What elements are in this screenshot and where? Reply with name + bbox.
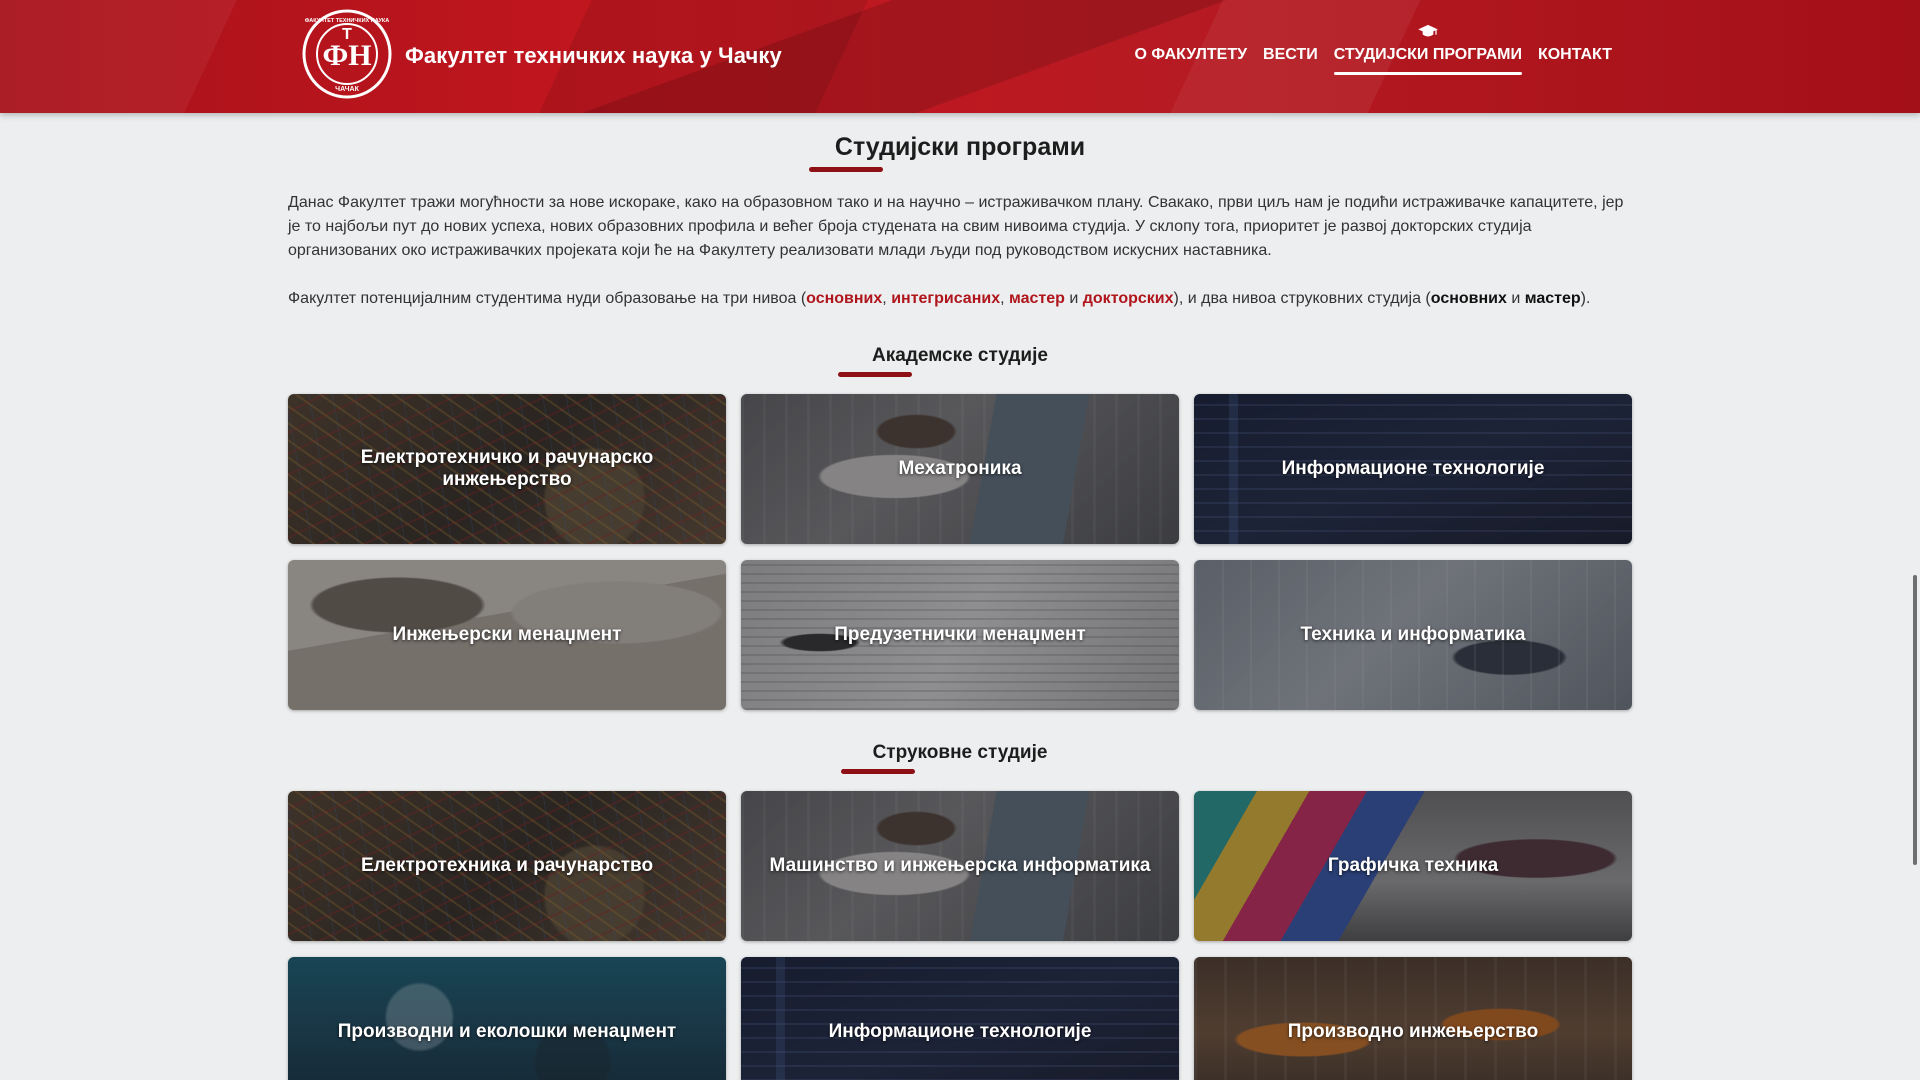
intro-p2-prefix: Факултет потенцијалним студентима нуди о… xyxy=(288,290,807,307)
program-card[interactable]: Електротехника и рачунарство xyxy=(288,791,726,941)
vocational-studies-title: Струковне студије xyxy=(872,742,1048,763)
program-card[interactable]: Техника и информатика xyxy=(1194,560,1632,710)
nav-news[interactable]: ВЕСТИ xyxy=(1255,0,1326,113)
program-card[interactable]: Информационе технологије xyxy=(741,957,1179,1080)
nav-study-programs-label: СТУДИЈСКИ ПРОГРАМИ xyxy=(1333,46,1522,63)
program-card-label: Производно инжењерство xyxy=(1287,1021,1539,1042)
intro-paragraph-1: Данас Факултет тражи могућности за нове … xyxy=(288,194,1624,259)
intro-paragraph-2: Факултет потенцијалним студентима нуди о… xyxy=(288,287,1632,311)
page-scrollbar[interactable] xyxy=(1908,0,1920,1080)
academic-title-underline xyxy=(838,372,912,377)
program-card-label: Електротехника и рачунарство xyxy=(360,855,654,876)
intro-p2-suffix: ). xyxy=(1580,290,1591,307)
main-nav: О ФАКУЛТЕТУ ВЕСТИ СТУДИЈСКИ ПРОГРАМИ КОН… xyxy=(1126,0,1620,113)
program-card-label: Електротехничко и рачунарско инжењерство xyxy=(360,447,654,490)
link-master-studies[interactable]: мастер xyxy=(1009,290,1065,307)
program-card[interactable]: Предузетнички менаџмент xyxy=(741,560,1179,710)
graduation-cap-icon xyxy=(1418,24,1438,37)
program-card[interactable]: Производно инжењерство xyxy=(1194,957,1632,1080)
program-card-label: Машинство и инжењерска информатика xyxy=(769,855,1151,876)
program-card-label: Предузетнички менаџмент xyxy=(834,624,1086,645)
scrollbar-thumb[interactable] xyxy=(1913,575,1917,865)
link-basic-studies[interactable]: основних xyxy=(806,290,882,307)
intro-p2-middle: ), и два нивоа струковних студија ( xyxy=(1173,290,1431,307)
bold-basic: основних xyxy=(1430,290,1507,307)
site-header: ФН Т ЧАЧАК ФАКУЛТЕТ ТЕХНИЧКИХ НАУКА Факу… xyxy=(0,0,1920,113)
program-card[interactable]: Мехатроника xyxy=(741,394,1179,544)
program-card[interactable]: Машинство и инжењерска информатика xyxy=(741,791,1179,941)
intro-sep: , xyxy=(1000,290,1009,307)
bold-master: мастер xyxy=(1524,290,1581,307)
faculty-logo[interactable]: ФН Т ЧАЧАК ФАКУЛТЕТ ТЕХНИЧКИХ НАУКА xyxy=(302,9,392,99)
program-card-label: Техника и информатика xyxy=(1300,624,1526,645)
program-card-label: Инжењерски менаџмент xyxy=(392,624,622,645)
intro-sep: , xyxy=(882,290,892,307)
program-card-label: Графичка техника xyxy=(1327,855,1499,876)
intro-and: и xyxy=(1064,290,1083,307)
nav-about[interactable]: О ФАКУЛТЕТУ xyxy=(1126,0,1255,113)
intro-and: и xyxy=(1506,290,1525,307)
svg-text:ЧАЧАК: ЧАЧАК xyxy=(335,86,359,93)
program-card-label: Информационе технологије xyxy=(1281,458,1545,479)
program-card[interactable]: Графичка техника xyxy=(1194,791,1632,941)
site-title[interactable]: Факултет техничких наука у Чачку xyxy=(405,43,782,69)
link-integrated-studies[interactable]: интегрисаних xyxy=(891,290,1000,307)
vocational-programs-grid: Електротехника и рачунарство Машинство и… xyxy=(288,791,1632,1080)
program-card[interactable]: Инжењерски менаџмент xyxy=(288,560,726,710)
page-title-underline xyxy=(809,167,883,172)
academic-programs-grid: Електротехничко и рачунарско инжењерство… xyxy=(288,394,1632,710)
vocational-title-underline xyxy=(841,769,915,774)
svg-text:ФАКУЛТЕТ ТЕХНИЧКИХ НАУКА: ФАКУЛТЕТ ТЕХНИЧКИХ НАУКА xyxy=(305,18,390,24)
academic-studies-title: Академске студије xyxy=(872,345,1048,366)
program-card-label: Мехатроника xyxy=(898,458,1022,479)
program-card[interactable]: Електротехничко и рачунарско инжењерство xyxy=(288,394,726,544)
program-card-label: Информационе технологије xyxy=(828,1021,1092,1042)
nav-study-programs[interactable]: СТУДИЈСКИ ПРОГРАМИ xyxy=(1326,0,1530,113)
program-card-label: Производни и еколошки менаџмент xyxy=(337,1021,677,1042)
nav-contact[interactable]: КОНТАКТ xyxy=(1530,0,1620,113)
page-title: Студијски програми xyxy=(834,133,1086,161)
link-doctoral-studies[interactable]: докторских xyxy=(1083,290,1174,307)
program-card[interactable]: Информационе технологије xyxy=(1194,394,1632,544)
main-content: Студијски програми Данас Факултет тражи … xyxy=(288,113,1632,1080)
program-card[interactable]: Производни и еколошки менаџмент xyxy=(288,957,726,1080)
svg-text:ФН: ФН xyxy=(322,39,371,72)
svg-text:Т: Т xyxy=(342,26,352,43)
